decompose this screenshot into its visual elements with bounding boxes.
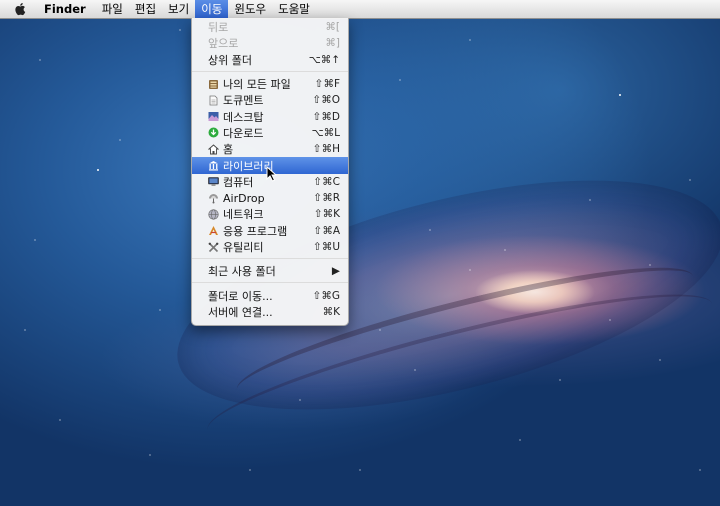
menu-item-shortcut: ⇧⌘R — [313, 192, 340, 205]
menu-item-label: 응용 프로그램 — [223, 224, 288, 238]
network-icon — [208, 209, 219, 220]
menu-item-home[interactable]: 홈 ⇧⌘H — [192, 141, 348, 157]
airdrop-icon — [208, 193, 219, 204]
submenu-arrow-icon: ▶ — [331, 265, 340, 278]
menu-item-back[interactable]: 뒤로 ⌘[ — [192, 19, 348, 35]
menu-item-forward[interactable]: 앞으로 ⌘] — [192, 35, 348, 51]
applications-icon — [208, 225, 219, 236]
mouse-cursor-icon — [266, 166, 278, 182]
menu-item-label: 서버에 연결... — [208, 305, 273, 319]
menu-item-applications[interactable]: 응용 프로그램 ⇧⌘A — [192, 223, 348, 239]
menu-item-all-my-files[interactable]: 나의 모든 파일 ⇧⌘F — [192, 76, 348, 92]
menu-item-label: 앞으로 — [208, 37, 239, 51]
menu-item-shortcut: ⇧⌘A — [313, 224, 340, 237]
desktop-background — [0, 0, 720, 506]
apple-menu[interactable] — [0, 0, 36, 18]
menu-separator — [192, 282, 348, 284]
documents-icon — [208, 95, 219, 106]
menu-item-label: 나의 모든 파일 — [223, 78, 291, 92]
star-field — [0, 0, 720, 506]
menu-item-label: 라이브러리 — [223, 159, 274, 173]
menu-item-shortcut: ⌘K — [322, 305, 340, 318]
menu-item-label: 상위 폴더 — [208, 53, 252, 67]
menu-view[interactable]: 보기 — [162, 0, 195, 18]
all-my-files-icon — [208, 79, 219, 90]
menu-item-shortcut: ⇧⌘G — [312, 289, 340, 302]
menu-item-enclosing-folder[interactable]: 상위 폴더 ⌥⌘↑ — [192, 52, 348, 68]
menu-item-shortcut: ⇧⌘F — [314, 78, 340, 91]
menu-item-shortcut: ⇧⌘H — [312, 143, 340, 156]
menu-item-label: AirDrop — [223, 191, 265, 205]
menu-file[interactable]: 파일 — [96, 0, 129, 18]
menu-item-shortcut: ⇧⌘U — [313, 241, 340, 253]
menu-item-recent-folders[interactable]: 최근 사용 폴더 ▶ — [192, 263, 348, 279]
desktop-icon — [208, 111, 219, 122]
menu-item-downloads[interactable]: 다운로드 ⌥⌘L — [192, 125, 348, 141]
menu-item-shortcut: ⇧⌘D — [312, 110, 340, 123]
menu-item-label: 유틸리티 — [223, 241, 264, 254]
menu-item-label: 네트워크 — [223, 208, 264, 222]
menu-item-shortcut: ⇧⌘K — [313, 208, 340, 221]
menu-item-shortcut: ⌘] — [325, 37, 340, 50]
menu-item-label: 폴더로 이동... — [208, 289, 273, 303]
app-menu-finder[interactable]: Finder — [36, 0, 96, 18]
menu-item-label: 최근 사용 폴더 — [208, 265, 276, 279]
menu-item-connect-to-server[interactable]: 서버에 연결... ⌘K — [192, 304, 348, 320]
menu-item-label: 데스크탑 — [223, 110, 264, 124]
home-icon — [208, 144, 219, 155]
apple-icon — [15, 3, 26, 16]
menu-separator — [192, 70, 348, 72]
menu-item-label: 도큐멘트 — [223, 94, 264, 108]
menu-item-shortcut: ⌘[ — [325, 21, 340, 34]
menu-window[interactable]: 윈도우 — [228, 0, 272, 18]
menu-help[interactable]: 도움말 — [272, 0, 316, 18]
downloads-icon — [208, 127, 219, 138]
menu-item-label: 다운로드 — [223, 126, 264, 140]
menu-item-airdrop[interactable]: AirDrop ⇧⌘R — [192, 190, 348, 206]
menu-item-label: 홈 — [223, 143, 234, 157]
menu-item-documents[interactable]: 도큐멘트 ⇧⌘O — [192, 92, 348, 108]
menu-item-desktop[interactable]: 데스크탑 ⇧⌘D — [192, 108, 348, 124]
menu-item-network[interactable]: 네트워크 ⇧⌘K — [192, 206, 348, 222]
utilities-icon — [208, 242, 219, 253]
menu-item-utilities[interactable]: 유틸리티 ⇧⌘U — [192, 239, 348, 255]
menu-item-shortcut: ⌥⌘↑ — [308, 53, 340, 66]
menu-item-shortcut: ⇧⌘O — [312, 94, 340, 107]
menu-item-label: 뒤로 — [208, 21, 229, 35]
menu-item-go-to-folder[interactable]: 폴더로 이동... ⇧⌘G — [192, 287, 348, 303]
menu-item-shortcut: ⌥⌘L — [311, 126, 340, 139]
computer-icon — [208, 176, 219, 187]
menu-item-shortcut: ⇧⌘C — [313, 175, 340, 188]
menu-edit[interactable]: 편집 — [129, 0, 162, 18]
menu-bar: Finder 파일 편집 보기 이동 윈도우 도움말 — [0, 0, 720, 19]
library-icon — [208, 160, 219, 171]
menu-go[interactable]: 이동 — [195, 0, 229, 18]
menu-separator — [192, 258, 348, 260]
